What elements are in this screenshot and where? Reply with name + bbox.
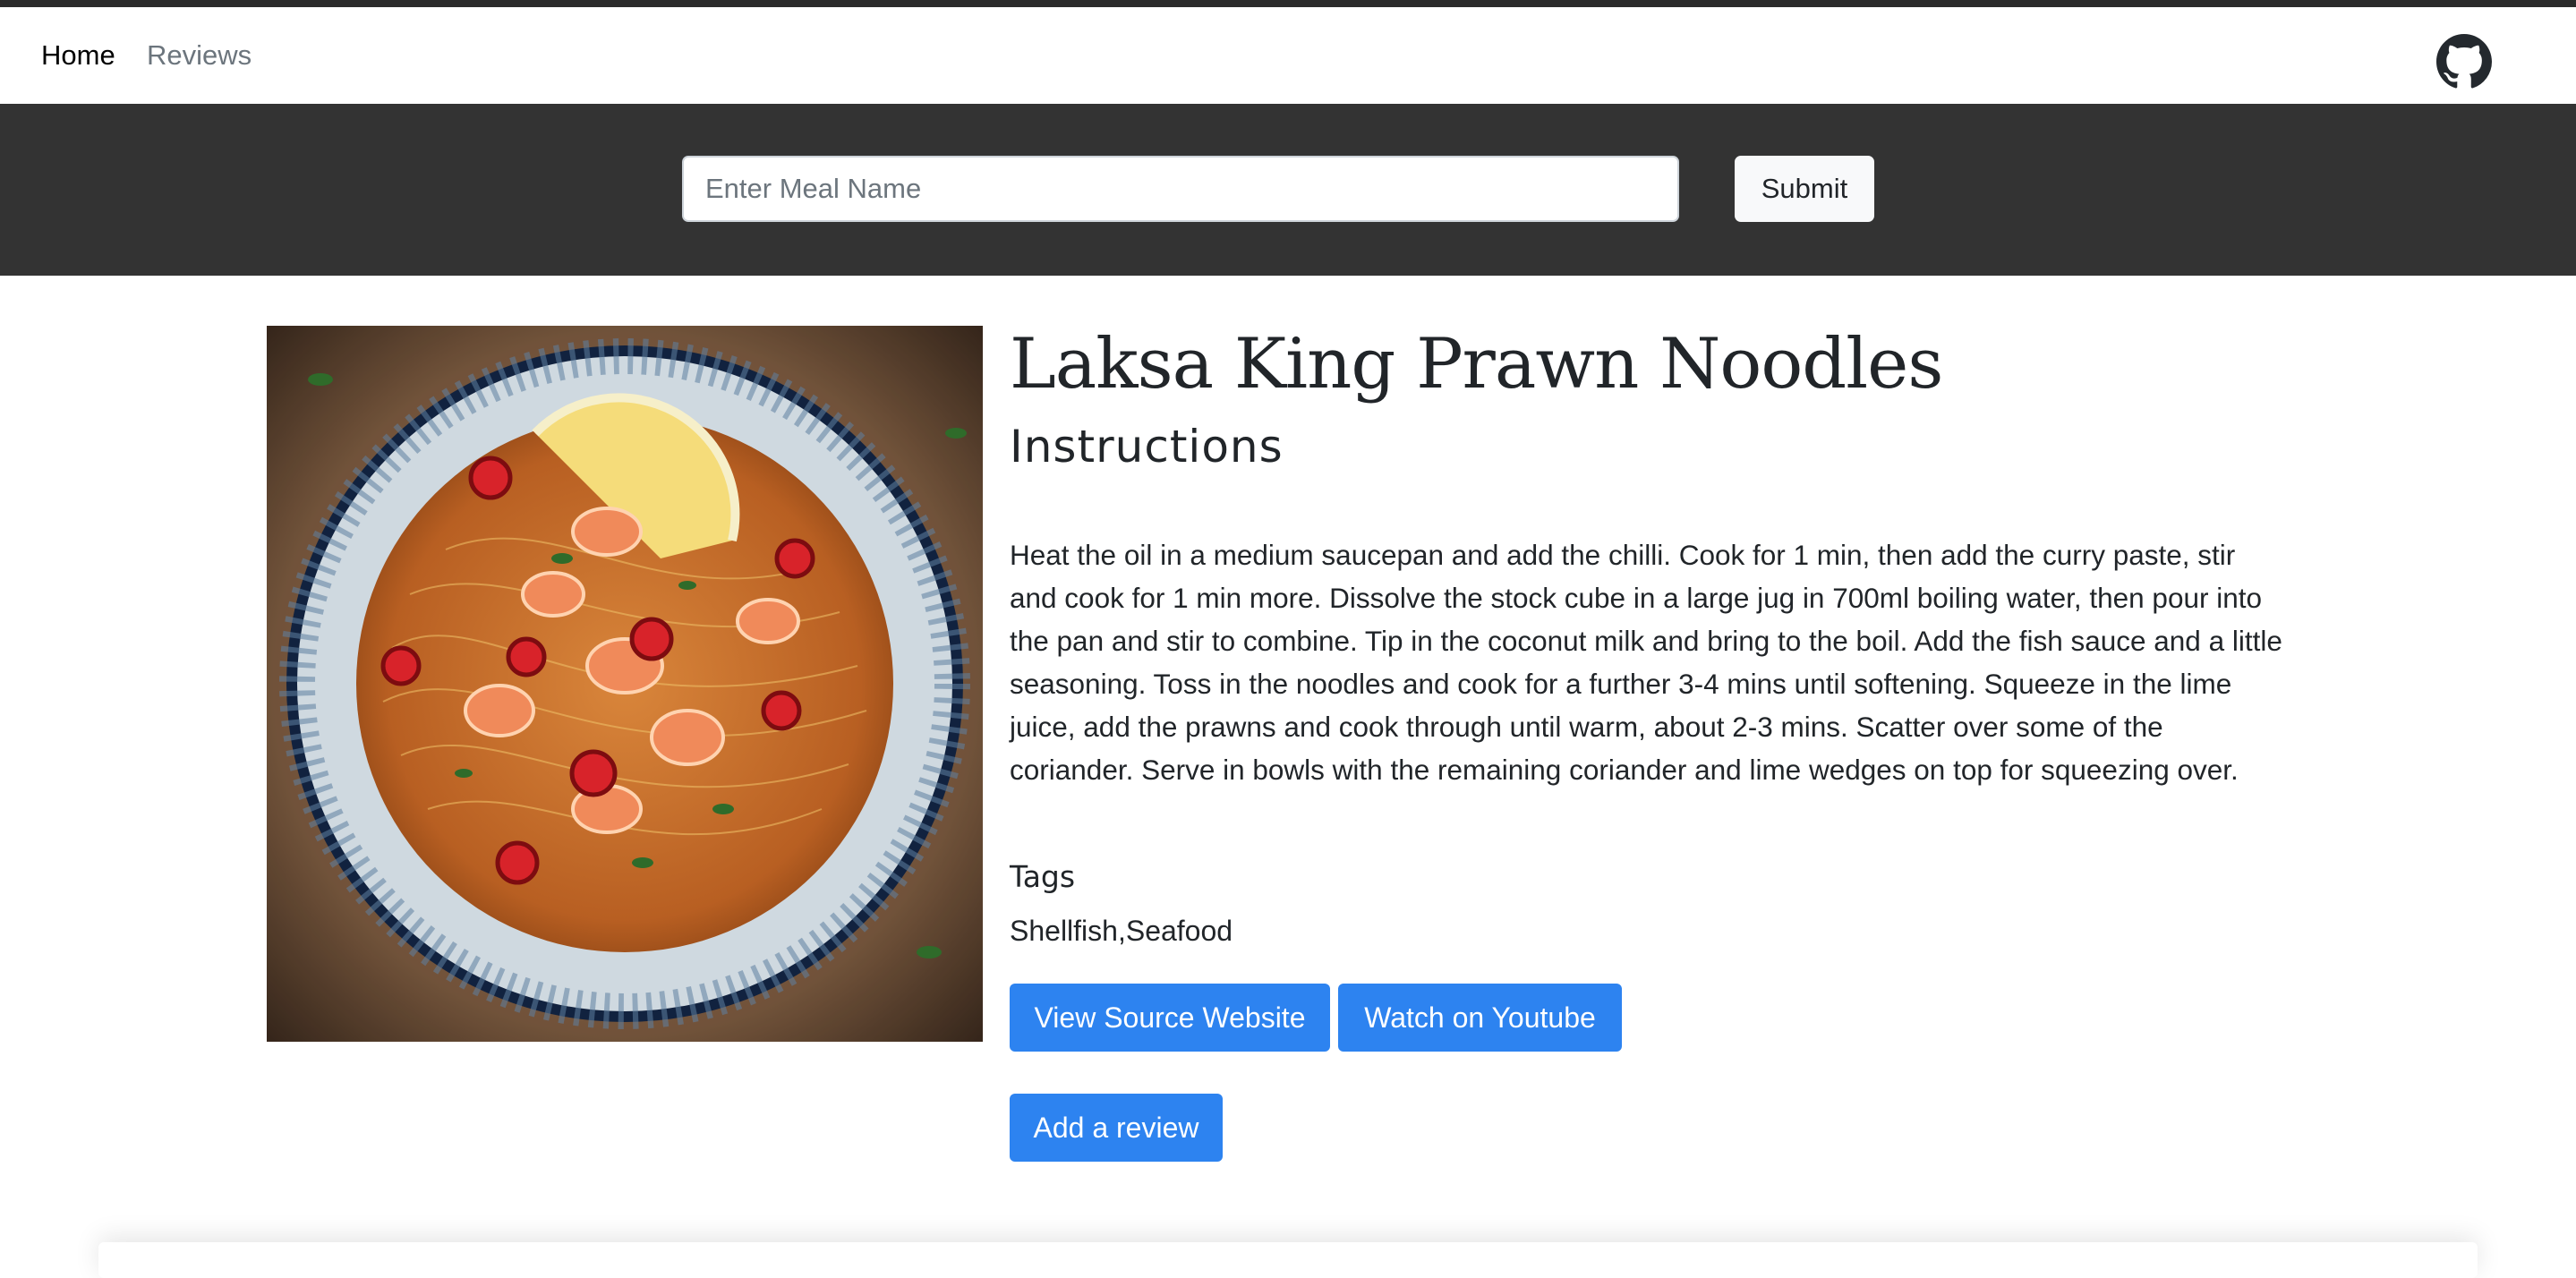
instructions-text: Heat the oil in a medium saucepan and ad… — [1010, 539, 2282, 786]
search-bar: Submit — [0, 104, 2576, 276]
submit-button[interactable]: Submit — [1735, 156, 1874, 222]
top-border — [0, 0, 2576, 7]
meal-title: Laksa King Prawn Noodles — [1010, 324, 1943, 405]
meal-name-input[interactable] — [682, 156, 1679, 222]
tags-label: Tags — [1010, 859, 1076, 894]
add-review-button[interactable]: Add a review — [1010, 1094, 1223, 1162]
review-card-edge — [98, 1242, 2478, 1278]
nav-home-link[interactable]: Home — [41, 7, 115, 104]
meal-photo — [267, 326, 983, 1042]
nav-reviews-link[interactable]: Reviews — [147, 7, 252, 104]
tags-value: Shellfish,Seafood — [1010, 915, 1233, 947]
noodle-bowl-photo — [267, 326, 983, 1042]
view-source-button[interactable]: View Source Website — [1010, 984, 1330, 1052]
instructions-heading: Instructions — [1010, 421, 1284, 473]
github-icon[interactable] — [2436, 34, 2492, 89]
navbar: Home Reviews — [0, 7, 2576, 104]
watch-youtube-button[interactable]: Watch on Youtube — [1338, 984, 1622, 1052]
